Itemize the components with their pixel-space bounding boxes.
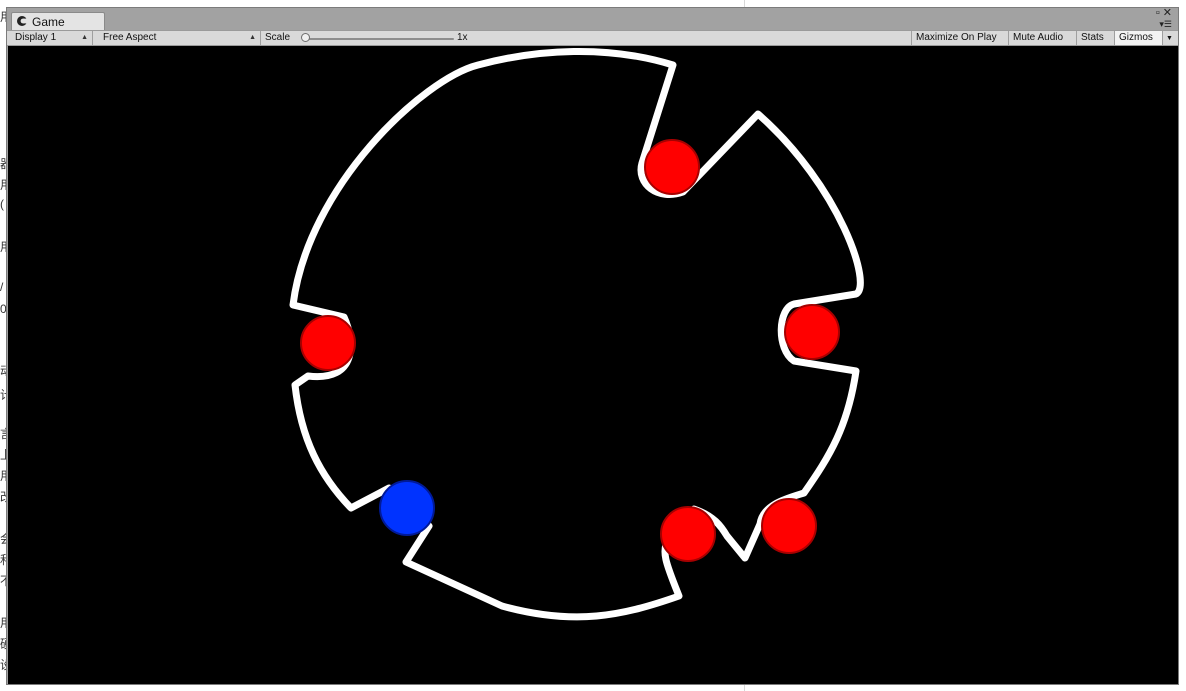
blue-ball-player: [379, 480, 435, 536]
red-ball-enemy: [761, 498, 817, 554]
close-icon[interactable]: ✕: [1163, 7, 1172, 19]
gizmos-label: Gizmos: [1119, 32, 1153, 43]
red-ball-enemy: [784, 304, 840, 360]
mute-audio-label: Mute Audio: [1013, 32, 1064, 43]
display-dropdown[interactable]: Display 1 ▲: [11, 31, 93, 45]
red-ball-enemy: [644, 139, 700, 195]
maximize-on-play-label: Maximize On Play: [916, 32, 997, 43]
chevron-down-icon: ▼: [1166, 35, 1173, 42]
maximize-on-play-toggle[interactable]: Maximize On Play: [911, 31, 1009, 45]
scale-slider[interactable]: [304, 38, 454, 40]
tab-game[interactable]: Game: [11, 12, 105, 30]
updown-arrows-icon: ▲: [81, 34, 88, 41]
updown-arrows-icon: ▲: [249, 34, 256, 41]
mute-audio-toggle[interactable]: Mute Audio: [1009, 31, 1077, 45]
tab-label: Game: [32, 15, 65, 29]
stats-label: Stats: [1081, 32, 1104, 43]
scale-control: Scale 1x: [261, 31, 911, 45]
game-scene: [289, 47, 864, 621]
maximize-icon[interactable]: ▫: [1156, 7, 1160, 19]
gizmos-dropdown[interactable]: ▼: [1163, 31, 1177, 45]
display-label: Display 1: [15, 32, 57, 43]
unity-game-icon: [17, 16, 28, 26]
tab-bar: Game ▫ ✕ ▾☰: [7, 8, 1178, 30]
game-viewport[interactable]: [8, 46, 1178, 684]
scale-slider-thumb[interactable]: [301, 33, 310, 42]
scale-label: Scale: [265, 32, 291, 43]
game-window: Game ▫ ✕ ▾☰ Display 1 ▲ Free Aspect ▲ Sc…: [6, 7, 1179, 685]
aspect-dropdown[interactable]: Free Aspect ▲: [99, 31, 261, 45]
red-ball-enemy: [300, 315, 356, 371]
scale-value: 1x: [457, 32, 468, 43]
aspect-label: Free Aspect: [103, 32, 157, 43]
game-toolbar: Display 1 ▲ Free Aspect ▲ Scale 1x Maxim…: [7, 30, 1178, 46]
stats-toggle[interactable]: Stats: [1077, 31, 1115, 45]
menu-icon[interactable]: ▾☰: [1159, 19, 1172, 29]
gizmos-toggle[interactable]: Gizmos: [1115, 31, 1163, 45]
red-ball-enemy: [660, 506, 716, 562]
window-controls: ▫ ✕ ▾☰: [1156, 8, 1172, 30]
